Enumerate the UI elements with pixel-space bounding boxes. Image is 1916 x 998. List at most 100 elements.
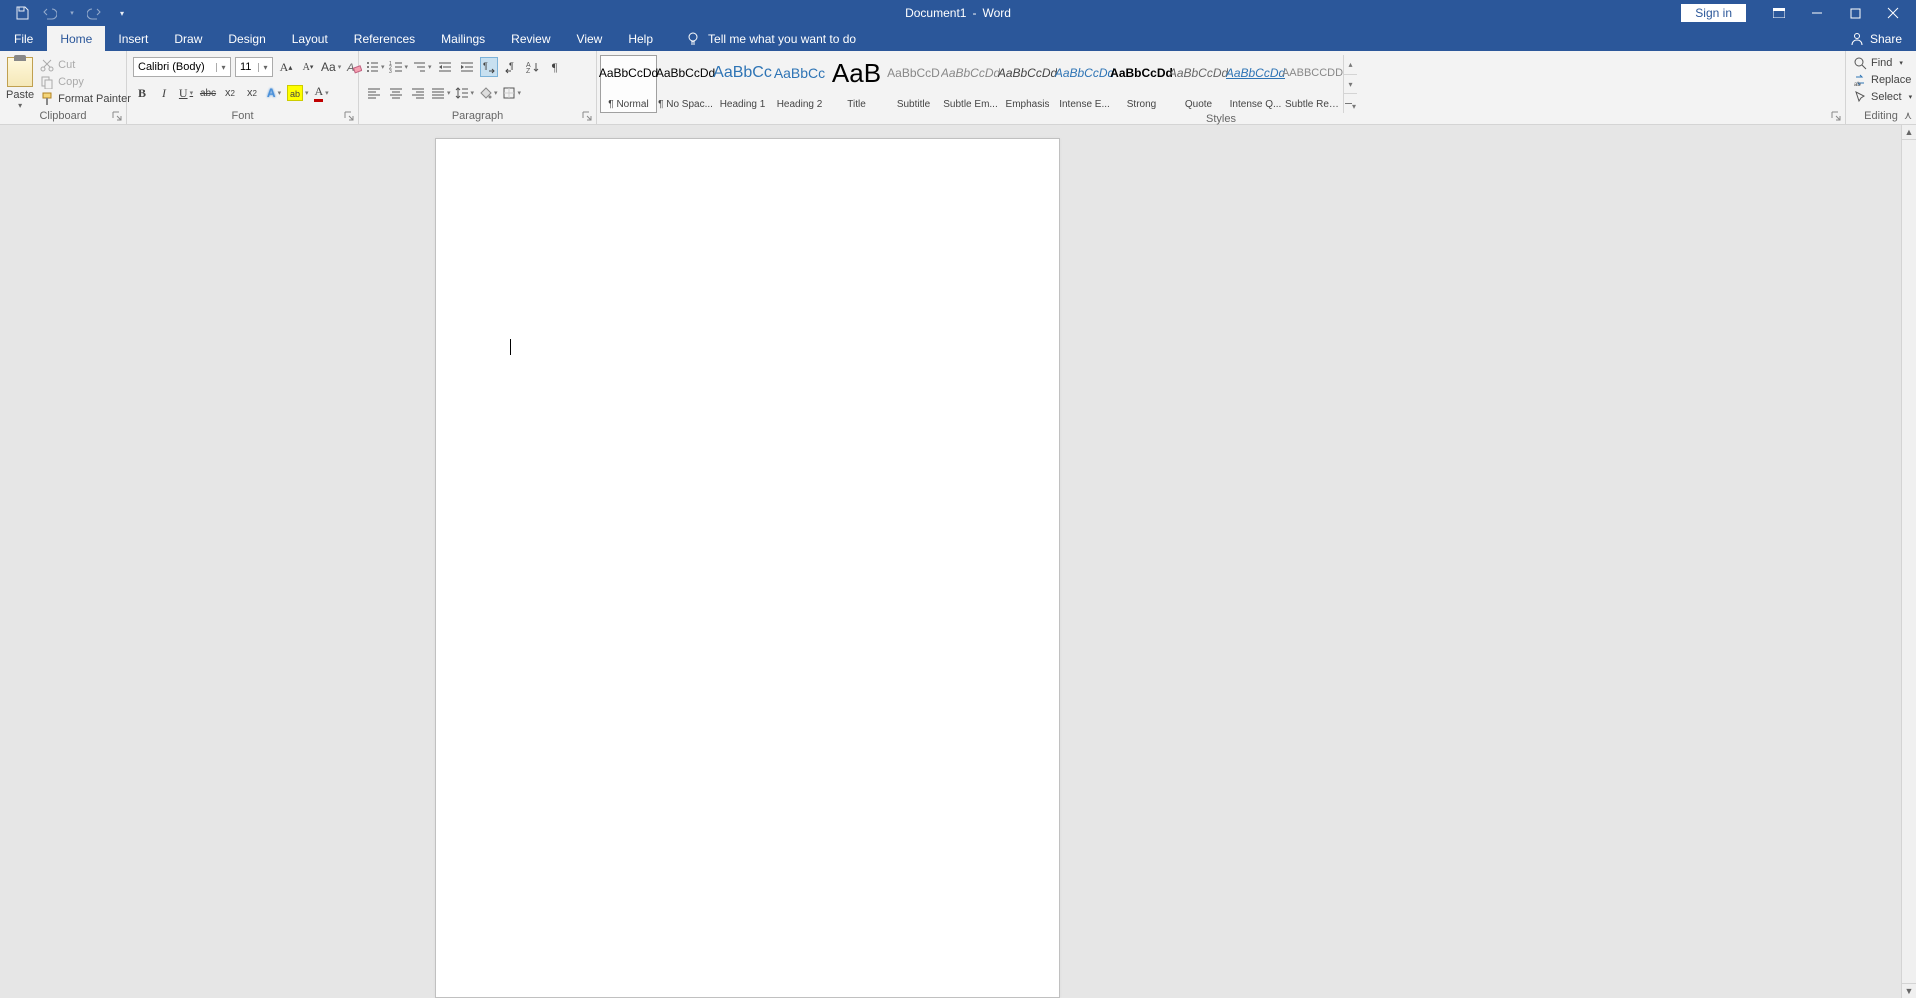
style-item-11[interactable]: AaBbCcDdIntense Q...	[1227, 55, 1284, 113]
format-painter-button[interactable]: Format Painter	[38, 91, 133, 107]
sign-in-button[interactable]: Sign in	[1681, 4, 1746, 22]
tab-view[interactable]: View	[564, 26, 616, 51]
line-spacing-button[interactable]: ▾	[455, 83, 475, 103]
undo-button[interactable]	[40, 3, 60, 23]
italic-button[interactable]: I	[155, 83, 173, 103]
style-item-10[interactable]: AaBbCcDdQuote	[1170, 55, 1227, 113]
tab-help[interactable]: Help	[615, 26, 666, 51]
document-page[interactable]	[435, 138, 1060, 998]
copy-button[interactable]: Copy	[38, 74, 133, 90]
tell-me-search[interactable]: Tell me what you want to do	[686, 26, 856, 51]
tab-mailings[interactable]: Mailings	[428, 26, 498, 51]
numbering-button[interactable]: 123▾	[389, 57, 409, 77]
tab-references[interactable]: References	[341, 26, 428, 51]
align-center-button[interactable]	[387, 83, 405, 103]
svg-text:3: 3	[389, 69, 392, 74]
style-item-8[interactable]: AaBbCcDdIntense E...	[1056, 55, 1113, 113]
collapse-ribbon-button[interactable]: ⋏	[1904, 109, 1912, 122]
strikethrough-button[interactable]: abc	[199, 83, 217, 103]
lightbulb-icon	[686, 32, 700, 46]
qat-customize[interactable]: ▾	[112, 3, 132, 23]
ribbon-display-options[interactable]	[1762, 0, 1796, 26]
font-color-button[interactable]: A▾	[313, 83, 331, 103]
style-item-0[interactable]: AaBbCcDd¶ Normal	[600, 55, 657, 113]
clipboard-dialog-launcher[interactable]	[111, 110, 123, 122]
decrease-indent-button[interactable]	[436, 57, 454, 77]
borders-button[interactable]: ▾	[502, 83, 522, 103]
group-label-paragraph: Paragraph	[359, 110, 596, 124]
tab-file[interactable]: File	[0, 26, 47, 51]
gallery-scroll-up[interactable]: ▴	[1344, 55, 1357, 75]
align-left-button[interactable]	[365, 83, 383, 103]
multilevel-list-button[interactable]: ▾	[412, 57, 432, 77]
underline-button[interactable]: U▾	[177, 83, 195, 103]
rtl-text-direction-button[interactable]: ¶	[502, 57, 520, 77]
scroll-up-button[interactable]: ▲	[1902, 125, 1916, 140]
style-item-1[interactable]: AaBbCcDd ¶ No Spac...	[657, 55, 714, 113]
style-preview: AaBbCcDd	[656, 58, 715, 88]
paste-dropdown[interactable]: ▾	[18, 101, 22, 110]
show-hide-marks-button[interactable]: ¶	[546, 57, 564, 77]
tab-review[interactable]: Review	[498, 26, 563, 51]
style-item-6[interactable]: AaBbCcDdSubtle Em...	[942, 55, 999, 113]
minimize-button[interactable]	[1800, 0, 1834, 26]
subscript-button[interactable]: x2	[221, 83, 239, 103]
styles-dialog-launcher[interactable]	[1830, 110, 1842, 122]
style-item-12[interactable]: AABBCCDDSubtle Ref...	[1284, 55, 1341, 113]
ltr-text-direction-button[interactable]: ¶	[480, 57, 498, 77]
justify-button[interactable]: ▾	[431, 83, 451, 103]
style-preview: AaBbCcDd	[599, 58, 658, 88]
style-item-3[interactable]: AaBbCcHeading 2	[771, 55, 828, 113]
sort-button[interactable]: AZ	[524, 57, 542, 77]
scissors-icon	[40, 58, 54, 72]
tab-design[interactable]: Design	[215, 26, 278, 51]
find-button[interactable]: Find▾	[1850, 55, 1915, 71]
select-button[interactable]: Select▾	[1850, 89, 1915, 105]
highlight-button[interactable]: ab▾	[287, 83, 309, 103]
undo-dropdown[interactable]: ▾	[68, 3, 76, 23]
cut-button[interactable]: Cut	[38, 57, 133, 73]
font-name-dropdown[interactable]: ▾	[216, 63, 230, 72]
change-case-button[interactable]: Aa▾	[321, 57, 341, 77]
maximize-button[interactable]	[1838, 0, 1872, 26]
shading-button[interactable]: ▾	[478, 83, 498, 103]
style-item-4[interactable]: AaBTitle	[828, 55, 885, 113]
share-button[interactable]: Share	[1836, 26, 1916, 51]
increase-indent-button[interactable]	[458, 57, 476, 77]
shrink-font-button[interactable]: A▾	[299, 57, 317, 77]
font-dialog-launcher[interactable]	[343, 110, 355, 122]
tab-draw[interactable]: Draw	[161, 26, 215, 51]
quick-access-toolbar: ▾ ▾	[0, 3, 132, 23]
bold-button[interactable]: B	[133, 83, 151, 103]
paragraph-dialog-launcher[interactable]	[581, 110, 593, 122]
font-name-combo[interactable]: Calibri (Body) ▾	[133, 57, 231, 77]
replace-icon: ab	[1853, 73, 1867, 87]
scroll-down-button[interactable]: ▼	[1902, 983, 1916, 998]
redo-button[interactable]	[84, 3, 104, 23]
font-size-combo[interactable]: 11 ▾	[235, 57, 273, 77]
style-name: ¶ No Spac...	[658, 99, 713, 110]
gallery-scroll-down[interactable]: ▾	[1344, 75, 1357, 95]
align-right-button[interactable]	[409, 83, 427, 103]
font-size-dropdown[interactable]: ▾	[258, 63, 272, 72]
paste-button[interactable]: Paste ▾	[6, 55, 34, 110]
tab-insert[interactable]: Insert	[105, 26, 161, 51]
tab-home[interactable]: Home	[47, 26, 105, 51]
save-button[interactable]	[12, 3, 32, 23]
tab-layout[interactable]: Layout	[279, 26, 341, 51]
close-button[interactable]	[1876, 0, 1910, 26]
style-item-9[interactable]: AaBbCcDdStrong	[1113, 55, 1170, 113]
vertical-scrollbar[interactable]: ▲ ▼	[1901, 125, 1916, 998]
gallery-more[interactable]: ▾	[1344, 94, 1357, 113]
bullets-button[interactable]: ▾	[365, 57, 385, 77]
text-effects-button[interactable]: A▾	[265, 83, 283, 103]
superscript-button[interactable]: x2	[243, 83, 261, 103]
replace-button[interactable]: ab Replace	[1850, 72, 1915, 88]
grow-font-button[interactable]: A▴	[277, 57, 295, 77]
style-item-5[interactable]: AaBbCcDSubtitle	[885, 55, 942, 113]
copy-icon	[40, 75, 54, 89]
style-preview: AaBbCcDd	[1110, 58, 1173, 88]
style-item-7[interactable]: AaBbCcDdEmphasis	[999, 55, 1056, 113]
group-label-clipboard: Clipboard	[0, 110, 126, 124]
style-item-2[interactable]: AaBbCcHeading 1	[714, 55, 771, 113]
